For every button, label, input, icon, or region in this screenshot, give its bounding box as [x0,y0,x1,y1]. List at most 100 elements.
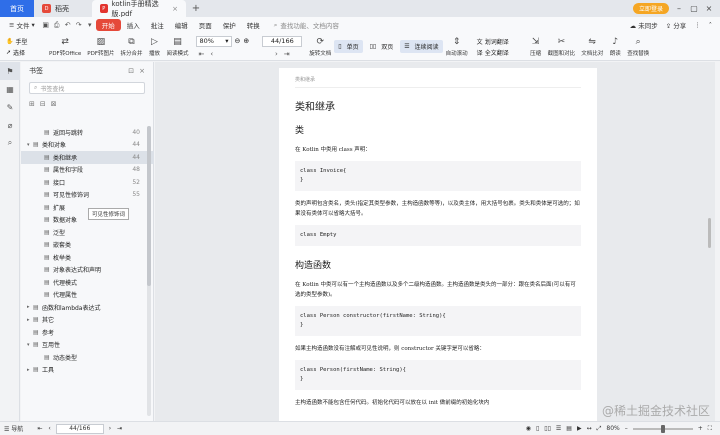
bookmark-item[interactable]: ▤ 动态类型 [21,351,154,364]
last-page-icon[interactable]: ⇥ [284,50,290,58]
tab-home[interactable]: 首页 [0,0,34,17]
minimize-icon[interactable]: – [674,4,684,13]
tab-daoke[interactable]: D 稻壳 [34,0,92,17]
expand-all-icon[interactable]: ⊟ [40,100,46,108]
zoom-slider-handle[interactable] [660,424,665,433]
sync-status[interactable]: ☁ 未同步 [630,20,658,30]
bookmark-item[interactable]: ▤ 返回与跳转 40 [21,126,154,139]
play-icon[interactable]: ▶ [577,425,582,432]
find-replace-button[interactable]: ⌕ 查找替换 [624,34,652,60]
menu-insert[interactable]: 插入 [122,20,145,30]
bookmark-item[interactable]: ▾ ▤ 类和对象 44 [21,139,154,152]
menu-annotate[interactable]: 批注 [146,20,169,30]
full-translate-button[interactable]: 译全文翻译 [477,48,527,57]
bookmark-item[interactable]: ▤ 泛型 [21,226,154,239]
bookmark-item[interactable]: ▤ 可见性修饰词 55 [21,189,154,202]
double-view-icon[interactable]: ▯▯ [544,425,551,432]
doc-compare-button[interactable]: ⇋ 文档比对 [578,34,606,60]
bookmark-panel-icon[interactable]: ⚑ [0,62,20,80]
screenshot-compare-button[interactable]: ✂ 截图和对比 [545,34,579,60]
bookmark-item[interactable]: ▤ 嵌套类 [21,239,154,252]
fullscreen-icon[interactable]: ⛶ [708,425,712,433]
read-aloud-button[interactable]: ♪ 朗读 [606,34,624,60]
hand-tool[interactable]: ✋ 手型 [6,37,46,46]
login-button[interactable]: 立即登录 [632,3,669,14]
menu-edit[interactable]: 编辑 [170,20,193,30]
bookmark-item[interactable]: ▤ 枚举类 [21,251,154,264]
menu-page[interactable]: 页面 [194,20,217,30]
bookmark-search-input[interactable]: ⌕ 书签查找 [29,82,145,94]
next-page-icon[interactable]: › [275,50,278,58]
bookmark-item[interactable]: ▤ 参考 [21,326,154,339]
zoom-slider[interactable] [632,424,693,433]
pin-icon[interactable]: ⊡ [128,67,134,75]
tab-pdf-doc[interactable]: P kotlin手册精选版.pdf × [92,0,186,18]
eye-protect-icon[interactable]: ◉ [526,425,531,432]
redo-icon[interactable]: ↷ [74,20,84,30]
more-icon[interactable]: ▾ [85,20,95,30]
bookmark-item[interactable]: ▤ 代理属性 [21,289,154,302]
bookmark-item[interactable]: ▤ 接口 52 [21,176,154,189]
status-page-input[interactable]: 44/166 [55,423,104,434]
menu-file[interactable]: ≡ 文件 ▾ [4,20,40,30]
search-panel-icon[interactable]: ⌕ [0,134,20,152]
continuous-read-button[interactable]: ☰ 连续阅读 [400,40,443,53]
bookmark-item[interactable]: ▸ ▤ 工具 [21,364,154,377]
status-next-page-icon[interactable]: › [109,425,111,432]
close-panel-icon[interactable]: × [139,67,145,75]
print-icon[interactable]: ⎙ [52,20,62,30]
status-prev-page-icon[interactable]: ‹ [48,425,50,432]
auto-scroll-button[interactable]: ⇕ 自动滚动 [443,34,471,60]
thumbnail-panel-icon[interactable]: ▦ [0,80,20,98]
bookmark-item[interactable]: ▤ 类和继承 44 [21,151,154,164]
more-options-icon[interactable]: ⋮ [694,21,701,29]
bookmark-item[interactable]: ▤ 对象表达式和声明 [21,264,154,277]
bookmark-item[interactable]: ▸ ▤ 其它 [21,314,154,327]
status-last-page-icon[interactable]: ⇥ [117,425,122,432]
attachment-panel-icon[interactable]: ⌀ [0,116,20,134]
pdf-to-office-button[interactable]: ⇄ PDF转Office [46,34,84,60]
close-tab-icon[interactable]: × [172,5,178,13]
read-mode-button[interactable]: ▤ 阅读模式 [164,34,192,60]
page-input[interactable]: 44/166 [262,35,303,47]
menu-convert[interactable]: 转换 [242,20,265,30]
play-button[interactable]: ▷ 播放 [146,34,164,60]
select-tool[interactable]: ➚ 选择 [6,48,46,57]
add-bookmark-icon[interactable]: ⊞ [29,100,35,108]
menu-protect[interactable]: 保护 [218,20,241,30]
zoom-select[interactable]: 80% ▾ [195,35,232,47]
collapse-icon[interactable]: ˄ [709,21,712,29]
split-merge-button[interactable]: ⧉ 拆分合并 [118,34,146,60]
continuous-view-icon[interactable]: ☰ [556,425,561,432]
book-view-icon[interactable]: ▤ [566,425,572,432]
fit-page-icon[interactable]: ⤢ [597,425,602,433]
double-page-button[interactable]: ▯▯ 双页 [366,40,398,53]
new-tab-button[interactable]: + [186,0,206,17]
panel-scrollbar[interactable] [147,126,151,416]
status-zoom-in-icon[interactable]: + [698,425,703,432]
status-first-page-icon[interactable]: ⇤ [37,425,42,432]
bookmark-item[interactable]: ▤ 属性和字段 48 [21,164,154,177]
close-window-icon[interactable]: × [704,4,714,13]
single-view-icon[interactable]: ▯ [536,425,539,432]
bookmark-item[interactable]: ▸ ▤ 函数和lambda表达式 [21,301,154,314]
zoom-out-icon[interactable]: ⊖ [235,37,241,45]
word-translate-button[interactable]: 文划词翻译 [477,37,527,46]
nav-toggle[interactable]: ☰ 导航 [4,424,23,433]
bookmark-item[interactable]: ▤ 代理模式 [21,276,154,289]
prev-page-icon[interactable]: ‹ [210,50,213,58]
panel-scroll-thumb[interactable] [147,126,151,286]
fit-width-icon[interactable]: ↔ [587,425,592,432]
restore-icon[interactable]: ▢ [689,4,699,13]
status-zoom-out-icon[interactable]: – [625,425,628,432]
delete-bookmark-icon[interactable]: ⊠ [51,100,57,108]
bookmark-item[interactable]: ▾ ▤ 互用性 [21,339,154,352]
document-scrollbar[interactable] [708,134,711,421]
share-button[interactable]: ⇪ 分享 [666,20,687,30]
single-page-button[interactable]: ▯ 单页 [334,40,363,53]
document-scroll-thumb[interactable] [708,218,711,248]
compress-button[interactable]: ⇲ 压缩 [527,34,545,60]
menu-start[interactable]: 开始 [95,19,121,31]
first-page-icon[interactable]: ⇤ [199,50,205,58]
pdf-to-image-button[interactable]: ▨ PDF转图片 [84,34,117,60]
